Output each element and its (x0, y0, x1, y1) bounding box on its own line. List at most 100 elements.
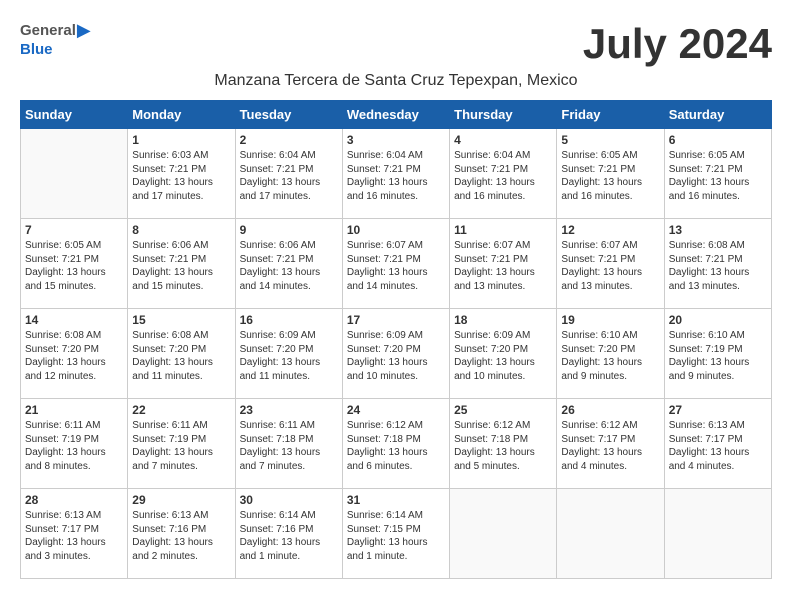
logo: General ▶ Blue (20, 20, 91, 58)
day-number: 7 (25, 223, 123, 237)
day-info: Sunrise: 6:08 AM Sunset: 7:21 PM Dayligh… (669, 239, 767, 293)
day-number: 28 (25, 493, 123, 507)
calendar-week-row: 7Sunrise: 6:05 AM Sunset: 7:21 PM Daylig… (21, 219, 772, 309)
calendar-cell: 25 Sunrise: 6:12 AM Sunset: 7:18 PM Dayli… (450, 399, 557, 489)
day-number: 6 (669, 133, 767, 147)
calendar-cell: 4 Sunrise: 6:04 AM Sunset: 7:21 PM Daylig… (450, 129, 557, 219)
weekday-header-thursday: Thursday (450, 101, 557, 129)
calendar-cell: 5 Sunrise: 6:05 AM Sunset: 7:21 PM Daylig… (557, 129, 664, 219)
day-info: Sunrise: 6:05 AM Sunset: 7:21 PM Dayligh… (669, 149, 767, 203)
calendar-cell: 2 Sunrise: 6:04 AM Sunset: 7:21 PM Daylig… (235, 129, 342, 219)
day-number: 8 (132, 223, 230, 237)
calendar-cell: 18 Sunrise: 6:09 AM Sunset: 7:20 PM Dayli… (450, 309, 557, 399)
day-number: 24 (347, 403, 445, 417)
page-header: General ▶ Blue July 2024 (20, 20, 772, 68)
day-number: 9 (240, 223, 338, 237)
calendar-cell: 8 Sunrise: 6:06 AM Sunset: 7:21 PM Daylig… (128, 219, 235, 309)
calendar-week-row: 28 Sunrise: 6:13 AM Sunset: 7:17 PM Dayli… (21, 489, 772, 579)
calendar-cell: 19 Sunrise: 6:10 AM Sunset: 7:20 PM Dayli… (557, 309, 664, 399)
day-number: 26 (561, 403, 659, 417)
day-number: 29 (132, 493, 230, 507)
calendar-cell: 14Sunrise: 6:08 AM Sunset: 7:20 PM Dayli… (21, 309, 128, 399)
day-number: 19 (561, 313, 659, 327)
day-number: 27 (669, 403, 767, 417)
calendar-cell: 31 Sunrise: 6:14 AM Sunset: 7:15 PM Dayli… (342, 489, 449, 579)
day-info: Sunrise: 6:09 AM Sunset: 7:20 PM Dayligh… (240, 329, 338, 383)
day-info: Sunrise: 6:13 AM Sunset: 7:17 PM Dayligh… (669, 419, 767, 473)
day-info: Sunrise: 6:09 AM Sunset: 7:20 PM Dayligh… (454, 329, 552, 383)
day-number: 15 (132, 313, 230, 327)
logo-general: General (20, 22, 76, 39)
calendar-cell: 3 Sunrise: 6:04 AM Sunset: 7:21 PM Daylig… (342, 129, 449, 219)
day-number: 4 (454, 133, 552, 147)
calendar-cell: 23Sunrise: 6:11 AM Sunset: 7:18 PM Dayli… (235, 399, 342, 489)
day-number: 11 (454, 223, 552, 237)
calendar-week-row: 14 Sunrise: 6:08 AM Sunset: 7:20 PM Dayli… (21, 309, 772, 399)
day-info: Sunrise: 6:11 AM Sunset: 7:19 PM Dayligh… (25, 419, 123, 473)
weekday-header-saturday: Saturday (664, 101, 771, 129)
calendar-cell: 6 Sunrise: 6:05 AM Sunset: 7:21 PM Daylig… (664, 129, 771, 219)
day-info: Sunrise: 6:11 AM Sunset: 7:18 PM Dayligh… (240, 419, 338, 473)
day-number: 2 (240, 133, 338, 147)
day-number: 17 (347, 313, 445, 327)
calendar-cell: 24 Sunrise: 6:12 AM Sunset: 7:18 PM Dayli… (342, 399, 449, 489)
calendar-cell (21, 129, 128, 219)
day-info: Sunrise: 6:12 AM Sunset: 7:18 PM Dayligh… (347, 419, 445, 473)
calendar-cell: 27 Sunrise: 6:13 AM Sunset: 7:17 PM Dayli… (664, 399, 771, 489)
day-number: 21 (25, 403, 123, 417)
calendar-week-row: 21 Sunrise: 6:11 AM Sunset: 7:19 PM Dayli… (21, 399, 772, 489)
calendar-cell: 16 Sunrise: 6:09 AM Sunset: 7:20 PM Dayli… (235, 309, 342, 399)
calendar-cell: 15 Sunrise: 6:08 AM Sunset: 7:20 PM Dayli… (128, 309, 235, 399)
day-info: Sunrise: 6:06 AM Sunset: 7:21 PM Dayligh… (132, 239, 230, 293)
day-number: 16 (240, 313, 338, 327)
calendar-cell: 12 Sunrise: 6:07 AM Sunset: 7:21 PM Dayli… (557, 219, 664, 309)
calendar-cell: 1 Sunrise: 6:03 AM Sunset: 7:21 PM Daylig… (128, 129, 235, 219)
day-info: Sunrise: 6:13 AM Sunset: 7:17 PM Dayligh… (25, 509, 123, 563)
day-info: Sunrise: 6:04 AM Sunset: 7:21 PM Dayligh… (240, 149, 338, 203)
calendar-cell: 28 Sunrise: 6:13 AM Sunset: 7:17 PM Dayli… (21, 489, 128, 579)
day-info: Sunrise: 6:10 AM Sunset: 7:19 PM Dayligh… (669, 329, 767, 383)
calendar-cell: 30Sunrise: 6:14 AM Sunset: 7:16 PM Dayli… (235, 489, 342, 579)
day-info: Sunrise: 6:04 AM Sunset: 7:21 PM Dayligh… (454, 149, 552, 203)
day-info: Sunrise: 6:13 AM Sunset: 7:16 PM Dayligh… (132, 509, 230, 563)
day-info: Sunrise: 6:09 AM Sunset: 7:20 PM Dayligh… (347, 329, 445, 383)
day-info: Sunrise: 6:14 AM Sunset: 7:15 PM Dayligh… (347, 509, 445, 563)
day-info: Sunrise: 6:11 AM Sunset: 7:19 PM Dayligh… (132, 419, 230, 473)
weekday-header-monday: Monday (128, 101, 235, 129)
calendar-week-row: 1 Sunrise: 6:03 AM Sunset: 7:21 PM Daylig… (21, 129, 772, 219)
day-number: 14 (25, 313, 123, 327)
day-number: 10 (347, 223, 445, 237)
day-info: Sunrise: 6:10 AM Sunset: 7:20 PM Dayligh… (561, 329, 659, 383)
calendar-cell: 11Sunrise: 6:07 AM Sunset: 7:21 PM Dayli… (450, 219, 557, 309)
day-number: 18 (454, 313, 552, 327)
day-number: 25 (454, 403, 552, 417)
month-title: July 2024 (583, 20, 772, 68)
day-number: 12 (561, 223, 659, 237)
logo-blue: Blue (20, 41, 91, 58)
calendar-cell: 22Sunrise: 6:11 AM Sunset: 7:19 PM Dayli… (128, 399, 235, 489)
calendar-cell: 17 Sunrise: 6:09 AM Sunset: 7:20 PM Dayli… (342, 309, 449, 399)
day-info: Sunrise: 6:08 AM Sunset: 7:20 PM Dayligh… (132, 329, 230, 383)
calendar-cell: 26 Sunrise: 6:12 AM Sunset: 7:17 PM Dayli… (557, 399, 664, 489)
day-info: Sunrise: 6:05 AM Sunset: 7:21 PM Dayligh… (561, 149, 659, 203)
day-info: Sunrise: 6:04 AM Sunset: 7:21 PM Dayligh… (347, 149, 445, 203)
weekday-header-friday: Friday (557, 101, 664, 129)
day-number: 5 (561, 133, 659, 147)
calendar-cell: 7Sunrise: 6:05 AM Sunset: 7:21 PM Daylig… (21, 219, 128, 309)
subtitle: Manzana Tercera de Santa Cruz Tepexpan, … (20, 72, 772, 90)
calendar-cell (450, 489, 557, 579)
day-number: 1 (132, 133, 230, 147)
day-number: 31 (347, 493, 445, 507)
day-info: Sunrise: 6:03 AM Sunset: 7:21 PM Dayligh… (132, 149, 230, 203)
calendar-cell: 9Sunrise: 6:06 AM Sunset: 7:21 PM Daylig… (235, 219, 342, 309)
day-info: Sunrise: 6:12 AM Sunset: 7:17 PM Dayligh… (561, 419, 659, 473)
day-info: Sunrise: 6:12 AM Sunset: 7:18 PM Dayligh… (454, 419, 552, 473)
calendar-cell: 20Sunrise: 6:10 AM Sunset: 7:19 PM Dayli… (664, 309, 771, 399)
day-info: Sunrise: 6:07 AM Sunset: 7:21 PM Dayligh… (561, 239, 659, 293)
calendar-cell (664, 489, 771, 579)
day-number: 3 (347, 133, 445, 147)
weekday-header-wednesday: Wednesday (342, 101, 449, 129)
calendar-cell (557, 489, 664, 579)
weekday-header-sunday: Sunday (21, 101, 128, 129)
calendar-cell: 10Sunrise: 6:07 AM Sunset: 7:21 PM Dayli… (342, 219, 449, 309)
